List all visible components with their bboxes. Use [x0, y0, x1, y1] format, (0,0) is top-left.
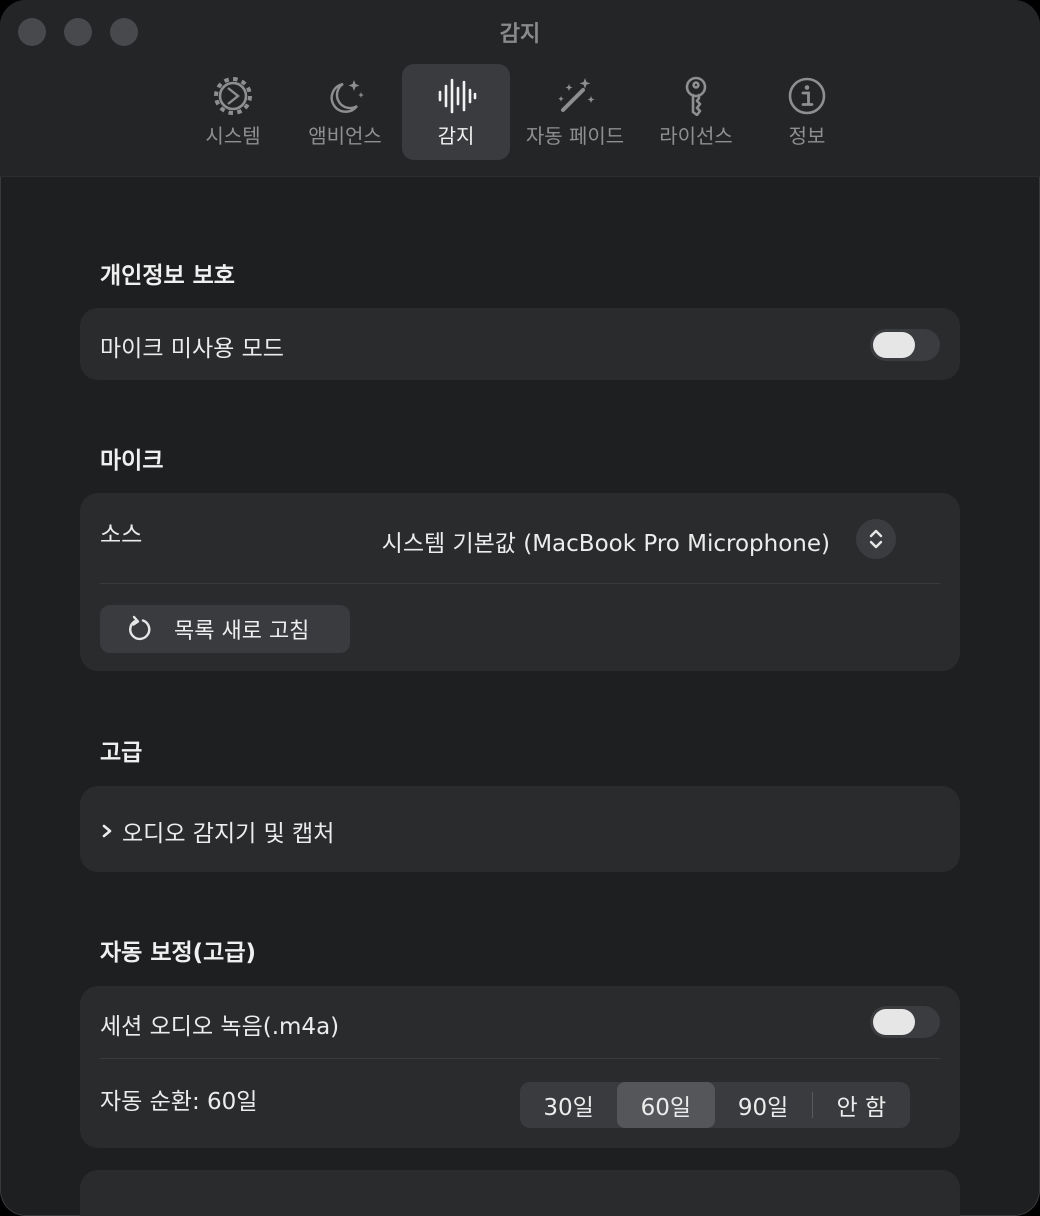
info-icon: [788, 77, 826, 115]
source-select-stepper[interactable]: [856, 519, 896, 559]
auto-correct-card: 세션 오디오 녹음(.m4a) 자동 순환: 60일 30일 60일 90일 안…: [80, 986, 960, 1148]
tab-auto-fade[interactable]: 자동 페이드: [520, 64, 630, 160]
disclosure-label: 오디오 감지기 및 캡처: [122, 821, 335, 847]
tab-label: 자동 페이드: [525, 124, 625, 148]
gear-icon: [214, 77, 252, 115]
session-record-label: 세션 오디오 녹음(.m4a): [100, 1014, 340, 1040]
moon-stars-icon: [330, 80, 364, 113]
segment-30[interactable]: 30일: [520, 1082, 617, 1128]
window-title: 감지: [499, 22, 541, 47]
key-icon: [685, 76, 707, 116]
magic-wand-icon: [558, 78, 595, 112]
rotation-segmented-control: 30일 60일 90일 안 함: [520, 1082, 910, 1128]
section-title-auto-correct: 자동 보정(고급): [100, 940, 256, 966]
audio-detector-disclosure[interactable]: 오디오 감지기 및 캡처: [100, 814, 334, 848]
next-card: [80, 1170, 960, 1216]
divider: [100, 583, 940, 584]
segment-60[interactable]: 60일: [617, 1082, 715, 1128]
tab-detection[interactable]: 감지: [402, 64, 510, 160]
tab-label: 시스템: [205, 124, 261, 148]
session-record-toggle[interactable]: [870, 1006, 940, 1038]
segment-never[interactable]: 안 함: [813, 1082, 910, 1128]
auto-rotation-label: 자동 순환: 60일: [100, 1089, 258, 1115]
tab-ambience[interactable]: 앰비언스: [300, 64, 390, 160]
tab-label: 앰비언스: [308, 124, 382, 148]
chevron-right-icon: [102, 824, 112, 838]
section-title-advanced: 고급: [100, 740, 143, 766]
settings-window: 감지 시스템 앰비언스 감지 자동 페이드 라이선스 정보 개인정보 보호 마이…: [0, 0, 1040, 1216]
chevron-up-down-icon: [869, 529, 883, 549]
mic-off-mode-toggle[interactable]: [870, 329, 940, 361]
segment-90[interactable]: 90일: [715, 1082, 812, 1128]
toggle-knob: [873, 332, 915, 358]
tab-label: 라이선스: [659, 124, 733, 148]
advanced-card: 오디오 감지기 및 캡처: [80, 786, 960, 872]
section-title-mic: 마이크: [100, 448, 164, 474]
privacy-card: 마이크 미사용 모드: [80, 308, 960, 380]
toggle-knob: [873, 1009, 915, 1035]
refresh-list-label: 목록 새로 고침: [174, 619, 310, 644]
mic-off-mode-label: 마이크 미사용 모드: [100, 336, 284, 362]
waveform-icon: [438, 78, 477, 114]
divider: [100, 1058, 940, 1059]
mic-card: 소스 시스템 기본값 (MacBook Pro Microphone) 목록 새…: [80, 493, 960, 671]
toolbar: 감지 시스템 앰비언스 감지 자동 페이드 라이선스 정보: [0, 0, 1040, 177]
section-title-privacy: 개인정보 보호: [100, 263, 235, 289]
refresh-icon: [129, 615, 151, 641]
source-label: 소스: [100, 522, 143, 548]
tab-label: 감지: [437, 124, 475, 148]
source-select[interactable]: 시스템 기본값 (MacBook Pro Microphone): [382, 524, 830, 558]
tab-label: 정보: [788, 124, 826, 148]
tab-system[interactable]: 시스템: [188, 64, 278, 160]
refresh-list-button[interactable]: 목록 새로 고침: [100, 605, 350, 653]
tab-license[interactable]: 라이선스: [646, 64, 746, 160]
tab-info[interactable]: 정보: [762, 64, 852, 160]
